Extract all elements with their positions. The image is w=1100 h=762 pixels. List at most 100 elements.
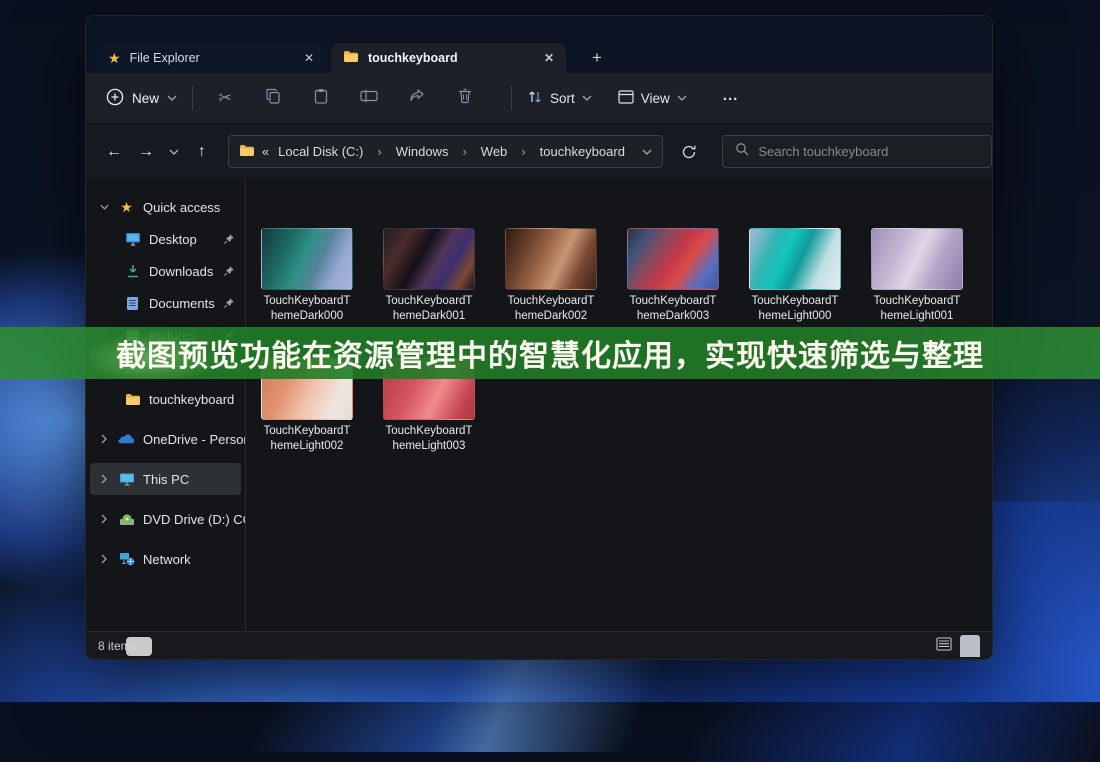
breadcrumb-separator: › (516, 144, 530, 159)
chevron-right-icon[interactable] (98, 434, 110, 444)
file-name: TouchKeyboardT (368, 424, 490, 439)
file-name: TouchKeyboardT (856, 294, 978, 309)
cut-button[interactable]: ✂ (208, 83, 242, 113)
tab-label: touchkeyboard (368, 51, 458, 65)
breadcrumb-segment[interactable]: Windows (394, 144, 451, 159)
sort-button[interactable]: Sort (527, 89, 592, 108)
file-name: hemeDark003 (612, 309, 734, 324)
file-name: hemeDark001 (368, 309, 490, 324)
sidebar-item-documents[interactable]: Documents (86, 287, 245, 319)
file-list-area: TouchKeyboardThemeDark000 TouchKeyboardT… (246, 179, 992, 631)
file-touchkeyboardthemedark002[interactable]: TouchKeyboardThemeDark002 (490, 228, 612, 324)
search-input[interactable] (758, 144, 979, 159)
status-bar: 8 items (86, 631, 992, 659)
sidebar-item-touchkeyboard[interactable]: touchkeyboard (86, 383, 245, 415)
address-field[interactable]: « Local Disk (C:) › Windows › Web › touc… (228, 135, 663, 168)
folder-icon (343, 50, 359, 66)
large-thumbnails-view-toggle[interactable] (960, 635, 980, 657)
search-box[interactable] (722, 135, 992, 168)
recent-locations-chevron[interactable] (164, 138, 184, 166)
breadcrumb-separator: › (457, 144, 471, 159)
sidebar-item-label: Documents (149, 296, 215, 311)
pin-icon[interactable] (223, 265, 235, 277)
file-name: hemeLight001 (856, 309, 978, 324)
content-area: ★ Quick access Desktop Downloads Documen… (86, 179, 992, 631)
chevron-down-icon (167, 95, 177, 101)
paste-button[interactable] (304, 83, 338, 113)
cursor-artifact (126, 637, 152, 656)
rename-button[interactable] (352, 83, 386, 113)
file-name: hemeDark000 (246, 309, 368, 324)
file-touchkeyboardthemedark000[interactable]: TouchKeyboardThemeDark000 (246, 228, 368, 324)
breadcrumb-segment[interactable]: Web (479, 144, 510, 159)
copy-button[interactable] (256, 83, 290, 113)
address-bar-row: ← → ↑ « Local Disk (C:) › Windows › Web … (86, 123, 992, 179)
sidebar-item-desktop[interactable]: Desktop (86, 223, 245, 255)
delete-button[interactable] (448, 83, 482, 113)
toolbar-divider (511, 86, 512, 110)
tab-file-explorer[interactable]: ★ File Explorer ✕ (96, 43, 326, 73)
sidebar-item-quick-access[interactable]: ★ Quick access (86, 191, 245, 223)
tab-label: File Explorer (130, 51, 200, 65)
trash-icon (458, 88, 472, 109)
refresh-button[interactable] (675, 138, 703, 166)
more-options-button[interactable]: ... (723, 87, 739, 104)
sidebar-item-this-pc[interactable]: This PC (90, 463, 241, 495)
file-name: TouchKeyboardT (734, 294, 856, 309)
promo-banner-overlay: 截图预览功能在资源管理中的智慧化应用，实现快速筛选与整理 (0, 327, 1100, 379)
chevron-right-icon[interactable] (98, 554, 110, 564)
sidebar-item-label: Downloads (149, 264, 213, 279)
file-thumbnail (749, 228, 841, 290)
sidebar-item-label: DVD Drive (D:) CCCC (143, 512, 245, 527)
network-icon (118, 552, 135, 566)
file-thumbnail (871, 228, 963, 290)
star-icon: ★ (108, 51, 121, 65)
sidebar-item-label: touchkeyboard (149, 392, 234, 407)
breadcrumb-segment[interactable]: touchkeyboard (538, 144, 627, 159)
file-name: TouchKeyboardT (490, 294, 612, 309)
close-tab-icon[interactable]: ✕ (544, 51, 554, 65)
chevron-right-icon[interactable] (98, 474, 110, 484)
sidebar-item-network[interactable]: Network (86, 543, 245, 575)
file-thumbnail (627, 228, 719, 290)
folder-icon (124, 393, 141, 406)
banner-text: 截图预览功能在资源管理中的智慧化应用，实现快速筛选与整理 (116, 331, 984, 375)
pin-icon[interactable] (223, 297, 235, 309)
details-view-toggle[interactable] (936, 637, 952, 654)
back-button[interactable]: ← (100, 138, 128, 166)
new-tab-button[interactable]: + (584, 45, 610, 71)
share-button[interactable] (400, 83, 434, 113)
up-button[interactable]: ↑ (188, 138, 216, 166)
view-icon (618, 90, 634, 107)
file-touchkeyboardthemelight000[interactable]: TouchKeyboardThemeLight000 (734, 228, 856, 324)
search-icon (735, 142, 749, 161)
view-button[interactable]: View (618, 90, 687, 107)
address-dropdown-chevron[interactable] (642, 149, 652, 155)
documents-icon (124, 296, 141, 311)
breadcrumb-segment[interactable]: Local Disk (C:) (276, 144, 365, 159)
file-touchkeyboardthemedark003[interactable]: TouchKeyboardThemeDark003 (612, 228, 734, 324)
chevron-right-icon[interactable] (98, 514, 110, 524)
sort-button-label: Sort (550, 91, 575, 106)
file-touchkeyboardthemedark001[interactable]: TouchKeyboardThemeDark001 (368, 228, 490, 324)
file-name: hemeLight000 (734, 309, 856, 324)
close-tab-icon[interactable]: ✕ (304, 51, 314, 65)
sidebar-item-dvd-drive[interactable]: DVD Drive (D:) CCCC (86, 503, 245, 535)
file-name: TouchKeyboardT (368, 294, 490, 309)
desktop-icon (124, 232, 141, 246)
tab-bar: ★ File Explorer ✕ touchkeyboard ✕ + (86, 16, 992, 73)
forward-button[interactable]: → (132, 138, 160, 166)
pin-icon[interactable] (223, 233, 235, 245)
breadcrumb-overflow[interactable]: « (262, 144, 269, 159)
star-icon: ★ (118, 200, 135, 214)
sort-arrows-icon (527, 89, 543, 108)
chevron-down-icon[interactable] (98, 204, 110, 210)
onedrive-cloud-icon (118, 433, 135, 445)
tab-touchkeyboard[interactable]: touchkeyboard ✕ (331, 43, 566, 73)
dvd-drive-icon (118, 513, 135, 526)
sidebar-item-downloads[interactable]: Downloads (86, 255, 245, 287)
folder-icon (239, 144, 255, 160)
new-button[interactable]: New (106, 88, 177, 109)
sidebar-item-onedrive[interactable]: OneDrive - Personal (86, 423, 245, 455)
file-touchkeyboardthemelight001[interactable]: TouchKeyboardThemeLight001 (856, 228, 978, 324)
